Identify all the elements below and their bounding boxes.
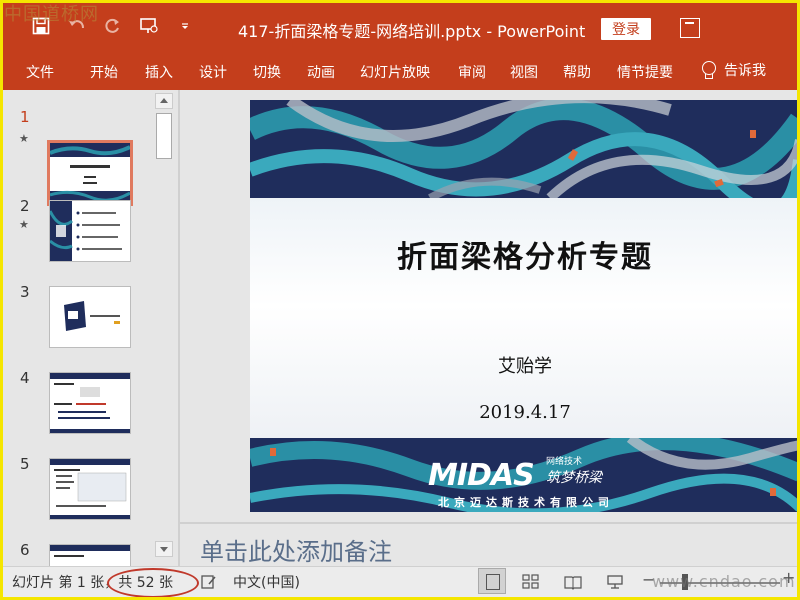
login-button[interactable]: 登录	[601, 18, 651, 40]
redo-icon[interactable]	[102, 16, 124, 36]
slide-editing-area: 折面梁格分析专题 艾贻学 2019.4.17 MIDAS 网络技术 筑梦桥梁 北…	[180, 90, 800, 566]
star-icon: ★	[19, 218, 29, 231]
thumb-number: 3	[20, 283, 30, 301]
slide-sorter-icon[interactable]	[522, 574, 540, 590]
thumbnail-slide-5[interactable]	[49, 458, 131, 520]
tab-insert[interactable]: 插入	[145, 62, 173, 82]
slideshow-view-icon[interactable]	[606, 574, 624, 590]
thumbnail-slide-1[interactable]	[47, 140, 133, 206]
tab-file[interactable]: 文件	[26, 62, 54, 82]
brand-small-text: 网络技术	[546, 457, 583, 467]
thumb-number: 1	[20, 108, 30, 126]
thumb-number: 5	[20, 455, 30, 473]
ribbon-display-options-icon[interactable]	[680, 18, 700, 38]
thumbnail-slide-6[interactable]	[49, 544, 131, 566]
notes-placeholder[interactable]: 单击此处添加备注	[200, 532, 392, 567]
thumbnail-slide-2[interactable]	[49, 200, 131, 262]
tab-design[interactable]: 设计	[199, 62, 227, 82]
document-title: 417-折面梁格专题-网络培训.pptx - PowerPoint	[238, 22, 586, 41]
tab-view[interactable]: 视图	[510, 62, 538, 82]
tell-me-search[interactable]: 告诉我	[700, 60, 766, 80]
tab-storyboard[interactable]: 情节提要	[617, 62, 673, 82]
midas-logo: MIDAS	[428, 458, 535, 493]
brand-script-text: 筑梦桥梁	[546, 470, 602, 486]
tab-home[interactable]: 开始	[90, 62, 118, 82]
highlight-annotation	[107, 568, 199, 598]
slide-author[interactable]: 艾贻学	[250, 352, 800, 378]
scrollbar-thumb[interactable]	[156, 113, 172, 159]
company-name: 北京迈达斯技术有限公司	[438, 496, 614, 509]
tell-me-label: 告诉我	[724, 63, 766, 79]
tab-transitions[interactable]: 切换	[253, 62, 281, 82]
thumb-number: 6	[20, 541, 30, 559]
ribbon-tabs: 文件 开始 插入 设计 切换 动画 幻灯片放映 审阅 视图 帮助 情节提要 告诉…	[0, 52, 800, 90]
slide-top-decoration	[250, 100, 800, 198]
current-slide[interactable]: 折面梁格分析专题 艾贻学 2019.4.17 MIDAS 网络技术 筑梦桥梁 北…	[250, 100, 800, 512]
thumb-number: 4	[20, 369, 30, 387]
tab-slideshow[interactable]: 幻灯片放映	[360, 62, 430, 82]
brand-logo: 网络技术 筑梦桥梁	[546, 454, 602, 487]
normal-view-icon[interactable]	[478, 568, 506, 594]
tab-help[interactable]: 帮助	[563, 62, 591, 82]
scroll-down-icon[interactable]	[155, 541, 173, 557]
tab-review[interactable]: 审阅	[458, 62, 486, 82]
language-indicator[interactable]: 中文(中国)	[233, 572, 300, 592]
slide-date[interactable]: 2019.4.17	[250, 402, 800, 423]
slide-thumbnail-pane: 1 ★ 2 ★ 3 4 5 6	[0, 90, 178, 566]
slide-title[interactable]: 折面梁格分析专题	[250, 232, 800, 276]
notes-divider[interactable]	[180, 522, 800, 524]
present-from-start-icon[interactable]	[138, 16, 160, 36]
tab-animations[interactable]: 动画	[307, 62, 335, 82]
site-watermark: 中国道桥网	[4, 4, 99, 25]
proofing-icon[interactable]	[200, 574, 218, 590]
customize-toolbar-chevron-icon[interactable]	[174, 16, 196, 36]
scroll-up-icon[interactable]	[155, 93, 173, 109]
thumb-number: 2	[20, 197, 30, 215]
title-bar: 417-折面梁格专题-网络培训.pptx - PowerPoint 登录	[0, 0, 800, 52]
thumbnail-scrollbar[interactable]	[155, 93, 173, 563]
reading-view-icon[interactable]	[564, 574, 582, 590]
thumbnail-slide-4[interactable]	[49, 372, 131, 434]
thumbnail-slide-3[interactable]	[49, 286, 131, 348]
star-icon: ★	[19, 132, 29, 145]
lightbulb-icon	[700, 60, 716, 80]
site-url-watermark: www.cndao.com	[652, 572, 796, 591]
